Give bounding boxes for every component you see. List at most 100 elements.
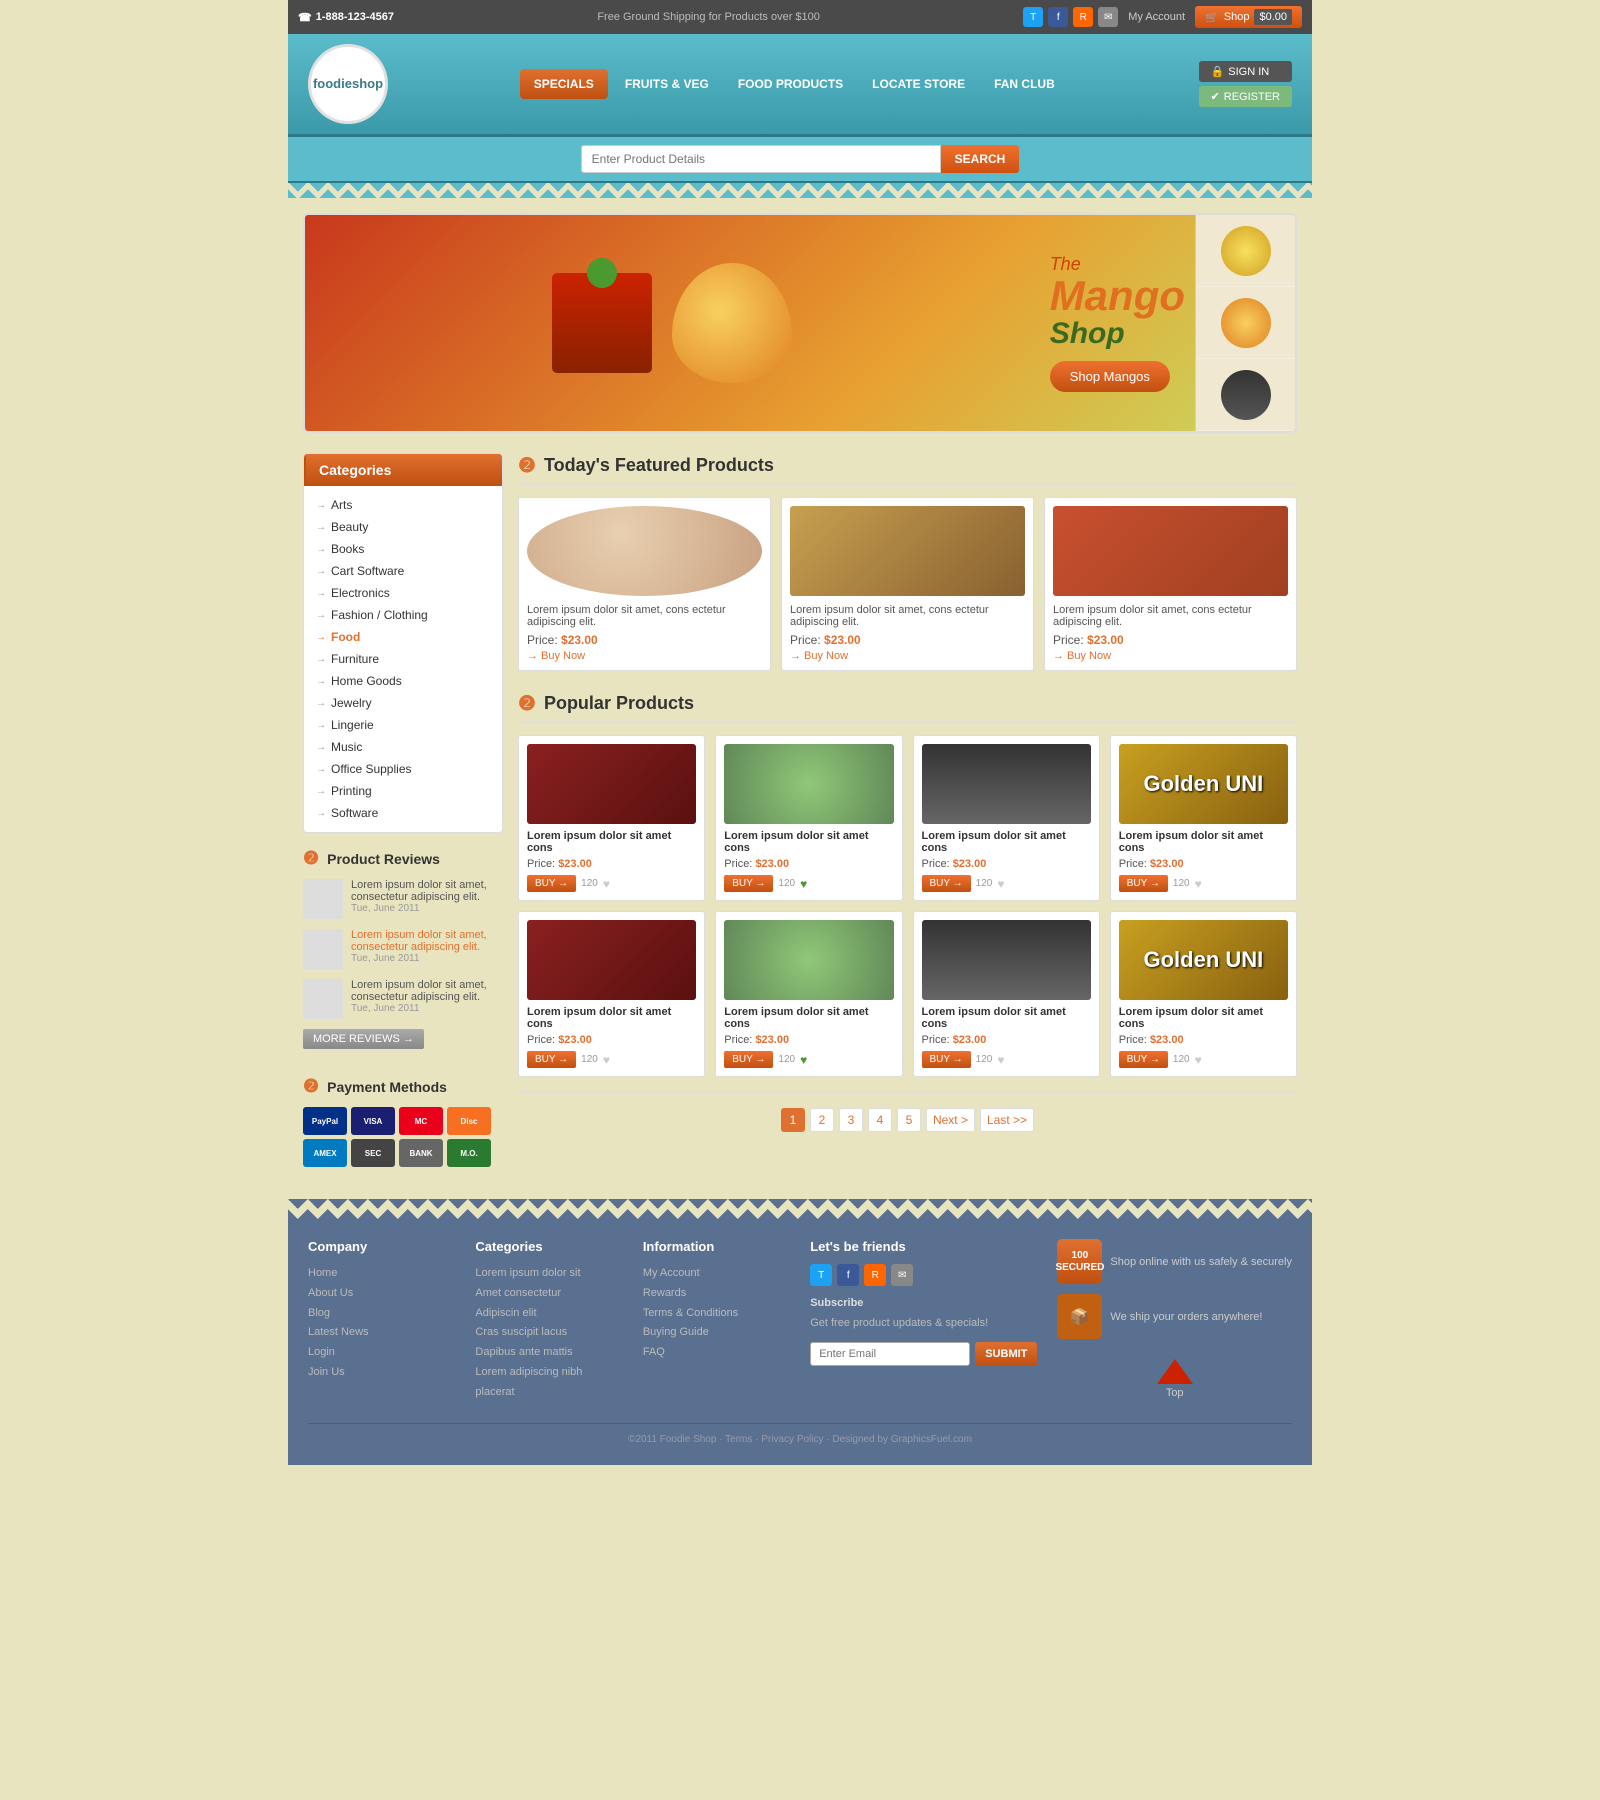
footer-buying-guide[interactable]: Buying Guide bbox=[643, 1323, 790, 1343]
product-actions-5: BUY → 120 ♥ bbox=[527, 1051, 696, 1068]
buy-button-1[interactable]: BUY → bbox=[527, 875, 576, 892]
bank-badge: BANK bbox=[399, 1139, 443, 1167]
cat-fashion[interactable]: Fashion / Clothing bbox=[304, 604, 502, 626]
footer-twitter-icon[interactable]: T bbox=[810, 1264, 832, 1286]
buy-button-5[interactable]: BUY → bbox=[527, 1051, 576, 1068]
cat-food[interactable]: Food bbox=[304, 626, 502, 648]
my-account-link[interactable]: My Account bbox=[1128, 11, 1185, 23]
featured-buy-1[interactable]: → Buy Now bbox=[527, 650, 762, 662]
page-4[interactable]: 4 bbox=[868, 1108, 892, 1132]
footer-bottom: ©2011 Foodie Shop · Terms · Privacy Poli… bbox=[308, 1423, 1292, 1445]
thumb-img-2 bbox=[1221, 298, 1271, 348]
search-button[interactable]: SEARCH bbox=[941, 145, 1020, 173]
twitter-icon[interactable]: T bbox=[1023, 7, 1043, 27]
heart-icon-8[interactable]: ♥ bbox=[1195, 1053, 1202, 1067]
footer-faq[interactable]: FAQ bbox=[643, 1343, 790, 1363]
nav-specials[interactable]: SPECIALS bbox=[520, 69, 608, 99]
cat-jewelry[interactable]: Jewelry bbox=[304, 692, 502, 714]
buy-button-7[interactable]: BUY → bbox=[922, 1051, 971, 1068]
footer-rss-icon[interactable]: R bbox=[864, 1264, 886, 1286]
featured-buy-3[interactable]: → Buy Now bbox=[1053, 650, 1288, 662]
cat-arts[interactable]: Arts bbox=[304, 494, 502, 516]
product-card-8: Golden UNI Lorem ipsum dolor sit amet co… bbox=[1110, 911, 1297, 1077]
cat-beauty[interactable]: Beauty bbox=[304, 516, 502, 538]
rss-icon[interactable]: R bbox=[1073, 7, 1093, 27]
email-input[interactable] bbox=[810, 1342, 970, 1366]
footer-rewards[interactable]: Rewards bbox=[643, 1284, 790, 1304]
thumb-img-1 bbox=[1221, 226, 1271, 276]
subscribe-button[interactable]: SUBMIT bbox=[975, 1342, 1037, 1366]
thumb-1[interactable] bbox=[1196, 215, 1295, 287]
review-thumb-2 bbox=[303, 929, 343, 969]
heart-icon-7[interactable]: ♥ bbox=[997, 1053, 1004, 1067]
page-1[interactable]: 1 bbox=[781, 1108, 805, 1132]
footer-facebook-icon[interactable]: f bbox=[837, 1264, 859, 1286]
nav-fruits[interactable]: FRUITS & VEG bbox=[613, 69, 721, 99]
cat-printing[interactable]: Printing bbox=[304, 780, 502, 802]
more-reviews-button[interactable]: MORE REVIEWS → bbox=[303, 1029, 424, 1049]
buy-button-6[interactable]: BUY → bbox=[724, 1051, 773, 1068]
cat-furniture[interactable]: Furniture bbox=[304, 648, 502, 670]
page-5[interactable]: 5 bbox=[897, 1108, 921, 1132]
cat-music[interactable]: Music bbox=[304, 736, 502, 758]
register-button[interactable]: ✔ REGISTER bbox=[1199, 86, 1292, 107]
search-input[interactable] bbox=[581, 145, 941, 173]
footer-security: 100SECURED Shop online with us safely & … bbox=[1057, 1239, 1292, 1403]
buy-button-3[interactable]: BUY → bbox=[922, 875, 971, 892]
cat-books[interactable]: Books bbox=[304, 538, 502, 560]
sign-in-button[interactable]: 🔒 SIGN IN bbox=[1199, 61, 1292, 82]
cat-cart-software[interactable]: Cart Software bbox=[304, 560, 502, 582]
cat-office-supplies[interactable]: Office Supplies bbox=[304, 758, 502, 780]
heart-icon-2[interactable]: ♥ bbox=[800, 877, 807, 891]
nav-fan-club[interactable]: FAN CLUB bbox=[982, 69, 1067, 99]
footer-latest-news[interactable]: Latest News bbox=[308, 1323, 455, 1343]
heart-icon-4[interactable]: ♥ bbox=[1195, 877, 1202, 891]
footer-my-account[interactable]: My Account bbox=[643, 1264, 790, 1284]
email-icon[interactable]: ✉ bbox=[1098, 7, 1118, 27]
nav-locate-store[interactable]: LOCATE STORE bbox=[860, 69, 977, 99]
shop-mangos-button[interactable]: Shop Mangos bbox=[1050, 361, 1170, 392]
featured-buy-2[interactable]: → Buy Now bbox=[790, 650, 1025, 662]
page-2[interactable]: 2 bbox=[810, 1108, 834, 1132]
cat-home-goods[interactable]: Home Goods bbox=[304, 670, 502, 692]
footer-about[interactable]: About Us bbox=[308, 1284, 455, 1304]
thumb-2[interactable] bbox=[1196, 287, 1295, 359]
heart-icon-6[interactable]: ♥ bbox=[800, 1053, 807, 1067]
review-content-2: Lorem ipsum dolor sit amet, consectetur … bbox=[351, 929, 503, 969]
nav-food-products[interactable]: FOOD PRODUCTS bbox=[726, 69, 855, 99]
gift-box-graphic bbox=[552, 273, 652, 373]
footer-blog[interactable]: Blog bbox=[308, 1304, 455, 1324]
facebook-icon[interactable]: f bbox=[1048, 7, 1068, 27]
page-next[interactable]: Next > bbox=[926, 1108, 975, 1132]
footer-home[interactable]: Home bbox=[308, 1264, 455, 1284]
cat-lingerie[interactable]: Lingerie bbox=[304, 714, 502, 736]
buy-button-2[interactable]: BUY → bbox=[724, 875, 773, 892]
heart-icon-5[interactable]: ♥ bbox=[603, 1053, 610, 1067]
footer-login[interactable]: Login bbox=[308, 1343, 455, 1363]
social-links[interactable]: T f R ✉ bbox=[1023, 7, 1118, 27]
reviews-widget: ❷ Product Reviews Lorem ipsum dolor sit … bbox=[303, 848, 503, 1064]
product-img-5 bbox=[527, 920, 696, 1000]
secure-badge: SEC bbox=[351, 1139, 395, 1167]
footer-email-icon[interactable]: ✉ bbox=[891, 1264, 913, 1286]
cat-electronics[interactable]: Electronics bbox=[304, 582, 502, 604]
page-last[interactable]: Last >> bbox=[980, 1108, 1034, 1132]
heart-icon-3[interactable]: ♥ bbox=[997, 877, 1004, 891]
product-actions-8: BUY → 120 ♥ bbox=[1119, 1051, 1288, 1068]
footer-terms[interactable]: Terms & Conditions bbox=[643, 1304, 790, 1324]
heart-icon-1[interactable]: ♥ bbox=[603, 877, 610, 891]
review-item-3: Lorem ipsum dolor sit amet, consectetur … bbox=[303, 979, 503, 1019]
page-3[interactable]: 3 bbox=[839, 1108, 863, 1132]
thumb-3[interactable] bbox=[1196, 359, 1295, 431]
product-card-1: Lorem ipsum dolor sit amet cons Price: $… bbox=[518, 735, 705, 901]
review-item-2: Lorem ipsum dolor sit amet, consectetur … bbox=[303, 929, 503, 969]
buy-button-8[interactable]: BUY → bbox=[1119, 1051, 1168, 1068]
cart-button[interactable]: 🛒 Shop $0.00 bbox=[1195, 6, 1302, 28]
search-bar: SEARCH bbox=[288, 137, 1312, 183]
cat-software[interactable]: Software bbox=[304, 802, 502, 824]
security-badge-1: 100SECURED Shop online with us safely & … bbox=[1057, 1239, 1292, 1284]
footer-social: T f R ✉ bbox=[810, 1264, 1037, 1286]
footer-join[interactable]: Join Us bbox=[308, 1363, 455, 1383]
mango-graphic bbox=[672, 263, 792, 383]
buy-button-4[interactable]: BUY → bbox=[1119, 875, 1168, 892]
